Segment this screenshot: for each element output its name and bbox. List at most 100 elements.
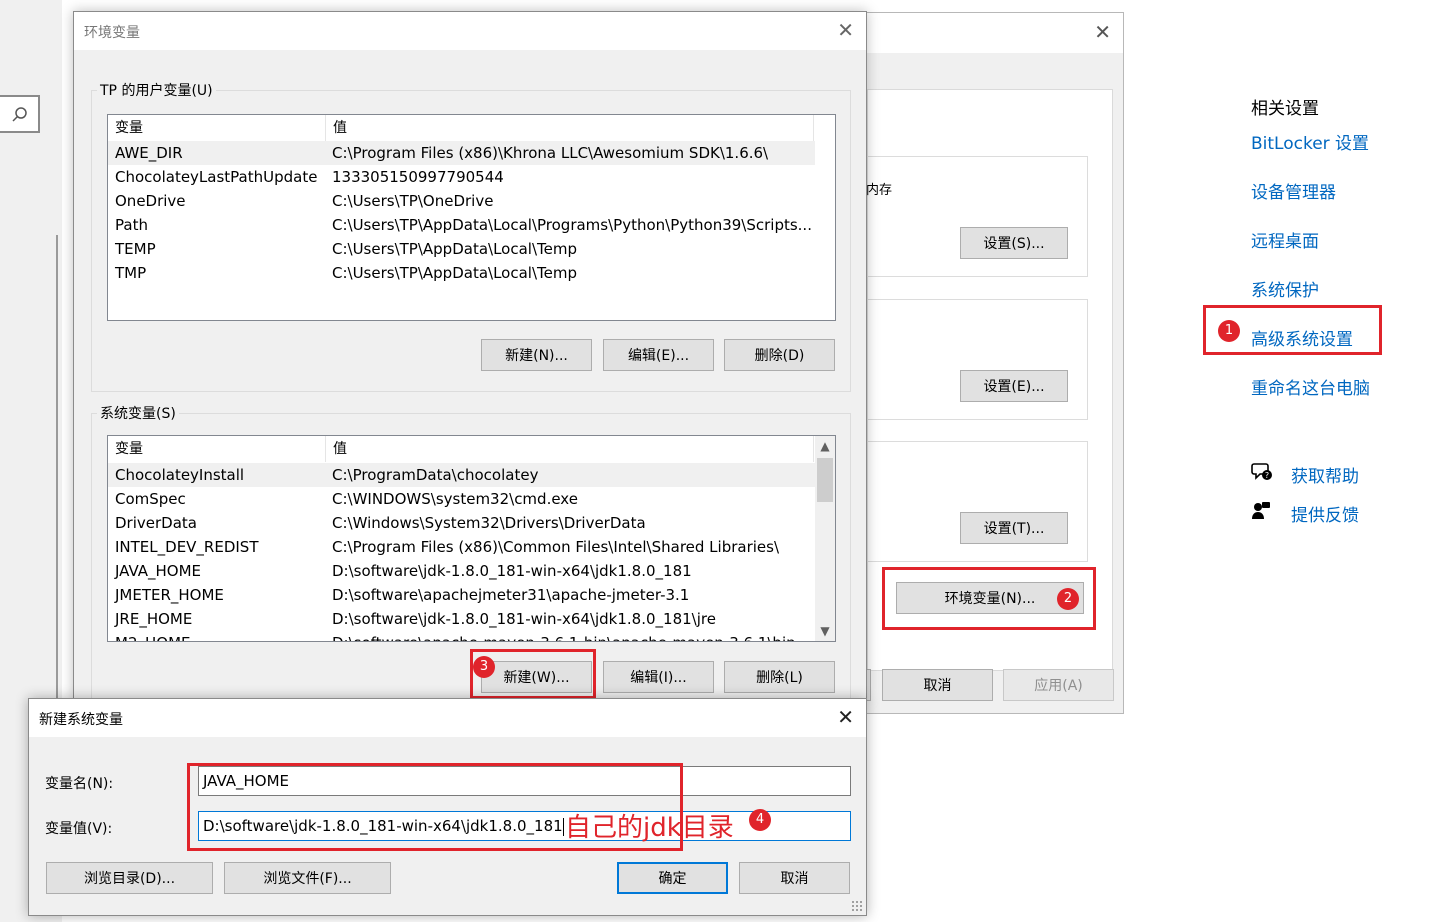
new-var-title: 新建系统变量 — [39, 712, 123, 728]
var-name: TEMP — [115, 240, 156, 258]
table-row[interactable]: ComSpec C:\WINDOWS\system32\cmd.exe — [108, 487, 815, 511]
get-help-link[interactable]: ? 获取帮助 — [1251, 455, 1359, 494]
var-name: Path — [115, 216, 148, 234]
link-rename-pc[interactable]: 重命名这台电脑 — [1251, 374, 1431, 423]
profile-group: 设置(E)... — [867, 299, 1088, 420]
var-value: C:\ProgramData\chocolatey — [332, 466, 539, 484]
sys-vars-list[interactable]: 变量 值 ChocolateyInstall C:\ProgramData\ch… — [107, 435, 836, 642]
table-row[interactable]: ChocolateyInstall C:\ProgramData\chocola… — [108, 463, 815, 487]
badge-4: 4 — [749, 809, 771, 831]
env-vars-titlebar: 环境变量 ✕ — [74, 12, 866, 50]
var-name: ChocolateyLastPathUpdate — [115, 168, 318, 186]
list-header: 变量 值 — [108, 436, 814, 462]
table-row[interactable]: JMETER_HOME D:\software\apachejmeter31\a… — [108, 583, 815, 607]
var-value: C:\Users\TP\AppData\Local\Temp — [332, 240, 577, 258]
new-var-titlebar: 新建系统变量 ✕ — [29, 699, 866, 737]
col-header-value[interactable]: 值 — [326, 115, 814, 141]
get-help-label: 获取帮助 — [1291, 467, 1359, 487]
var-name: JAVA_HOME — [115, 562, 202, 580]
ok-button[interactable]: 确定 — [617, 862, 728, 894]
scroll-up-icon[interactable]: ▲ — [815, 436, 835, 456]
var-name: INTEL_DEV_REDIST — [115, 538, 259, 556]
user-edit-button[interactable]: 编辑(E)... — [603, 339, 714, 371]
var-name: M2_HOME — [108, 631, 325, 641]
badge-1: 1 — [1218, 320, 1240, 342]
env-vars-title: 环境变量 — [84, 25, 140, 41]
user-vars-list[interactable]: 变量 值 AWE_DIR C:\Program Files (x86)\Khro… — [107, 114, 836, 321]
var-value: C:\WINDOWS\system32\cmd.exe — [332, 490, 578, 508]
user-delete-button[interactable]: 删除(D) — [724, 339, 835, 371]
list-header: 变量 值 — [108, 115, 814, 141]
table-row[interactable]: INTEL_DEV_REDIST C:\Program Files (x86)\… — [108, 535, 815, 559]
var-value: D:\software\jdk-1.8.0_181-win-x64\jdk1.8… — [332, 610, 716, 628]
cancel-button[interactable]: 取消 — [739, 862, 850, 894]
var-value: C:\Windows\System32\Drivers\DriverData — [332, 514, 646, 532]
col-header-variable[interactable]: 变量 — [108, 115, 326, 141]
sys-delete-button[interactable]: 删除(L) — [724, 661, 835, 693]
browse-dir-button[interactable]: 浏览目录(D)... — [46, 862, 213, 894]
table-row[interactable]: JRE_HOME D:\software\jdk-1.8.0_181-win-x… — [108, 607, 815, 631]
related-settings: 相关设置 BitLocker 设置 设备管理器 远程桌面 系统保护 高级系统设置… — [1251, 94, 1431, 423]
feedback-label: 提供反馈 — [1291, 506, 1359, 526]
vertical-scrollbar[interactable]: ▲ ▼ — [815, 436, 835, 641]
badge-3: 3 — [473, 656, 495, 678]
settings-t-button[interactable]: 设置(T)... — [960, 512, 1068, 544]
var-value: C:\Program Files (x86)\Common Files\Inte… — [332, 538, 780, 556]
table-row[interactable]: Path C:\Users\TP\AppData\Local\Programs\… — [108, 213, 815, 237]
table-row[interactable]: M2_HOME D:\software\apache-maven-3.6.1-b… — [108, 631, 815, 641]
table-row[interactable]: JAVA_HOME D:\software\jdk-1.8.0_181-win-… — [108, 559, 815, 583]
feedback-link[interactable]: 提供反馈 — [1251, 494, 1359, 533]
table-row[interactable]: OneDrive C:\Users\TP\OneDrive — [108, 189, 815, 213]
var-value: C:\Users\TP\OneDrive — [332, 192, 494, 210]
close-icon[interactable]: ✕ — [1094, 20, 1111, 44]
help-chat-icon: ? — [1251, 462, 1291, 487]
var-value: D:\software\apache-maven-3.6.1-bin\apach… — [325, 631, 815, 641]
link-bitlocker[interactable]: BitLocker 设置 — [1251, 129, 1431, 178]
badge-2: 2 — [1057, 588, 1079, 610]
user-vars-label: TP 的用户变量(U) — [97, 80, 216, 100]
table-row[interactable]: ChocolateyLastPathUpdate 133305150997790… — [108, 165, 815, 189]
link-remote-desktop[interactable]: 远程桌面 — [1251, 227, 1431, 276]
close-icon[interactable]: ✕ — [837, 705, 854, 729]
sys-edit-button[interactable]: 编辑(I)... — [603, 661, 714, 693]
table-row[interactable]: DriverData C:\Windows\System32\Drivers\D… — [108, 511, 815, 535]
cancel-button[interactable]: 取消 — [882, 669, 993, 701]
related-settings-heading: 相关设置 — [1251, 99, 1319, 119]
search-button[interactable] — [0, 95, 40, 133]
user-new-button[interactable]: 新建(N)... — [481, 339, 592, 371]
ok-button-partial[interactable] — [867, 669, 871, 701]
sys-vars-label: 系统变量(S) — [97, 403, 179, 423]
table-row[interactable]: TEMP C:\Users\TP\AppData\Local\Temp — [108, 237, 815, 261]
feedback-person-icon — [1251, 501, 1291, 526]
resize-grip[interactable] — [851, 900, 863, 912]
var-name: JRE_HOME — [115, 610, 193, 628]
var-name: ComSpec — [115, 490, 186, 508]
var-value: C:\Program Files (x86)\Khrona LLC\Awesom… — [332, 144, 769, 162]
settings-e-button[interactable]: 设置(E)... — [960, 370, 1068, 402]
scroll-thumb[interactable] — [817, 458, 833, 502]
svg-text:?: ? — [1265, 471, 1269, 480]
close-icon[interactable]: ✕ — [837, 18, 854, 42]
var-name: TMP — [115, 264, 147, 282]
browse-file-button[interactable]: 浏览文件(F)... — [224, 862, 391, 894]
var-name: DriverData — [115, 514, 197, 532]
col-header-value[interactable]: 值 — [326, 436, 814, 462]
help-section: ? 获取帮助 提供反馈 — [1251, 455, 1359, 533]
var-name: OneDrive — [115, 192, 186, 210]
settings-s-button[interactable]: 设置(S)... — [960, 227, 1068, 259]
var-name: AWE_DIR — [115, 144, 183, 162]
apply-button[interactable]: 应用(A) — [1003, 669, 1114, 701]
col-header-variable[interactable]: 变量 — [108, 436, 326, 462]
var-value: C:\Users\TP\AppData\Local\Temp — [332, 264, 577, 282]
var-value-label: 变量值(V): — [45, 821, 113, 837]
var-value: 133305150997790544 — [332, 168, 504, 186]
annotation-note: 自己的jdk目录 — [565, 813, 734, 843]
var-value: C:\Users\TP\AppData\Local\Programs\Pytho… — [332, 216, 812, 234]
table-row[interactable]: AWE_DIR C:\Program Files (x86)\Khrona LL… — [108, 141, 815, 165]
table-row[interactable]: TMP C:\Users\TP\AppData\Local\Temp — [108, 261, 815, 285]
search-icon — [12, 107, 27, 122]
var-value: D:\software\jdk-1.8.0_181-win-x64\jdk1.8… — [332, 562, 692, 580]
link-device-manager[interactable]: 设备管理器 — [1251, 178, 1431, 227]
scroll-down-icon[interactable]: ▼ — [815, 621, 835, 641]
var-name-label: 变量名(N): — [45, 776, 114, 792]
